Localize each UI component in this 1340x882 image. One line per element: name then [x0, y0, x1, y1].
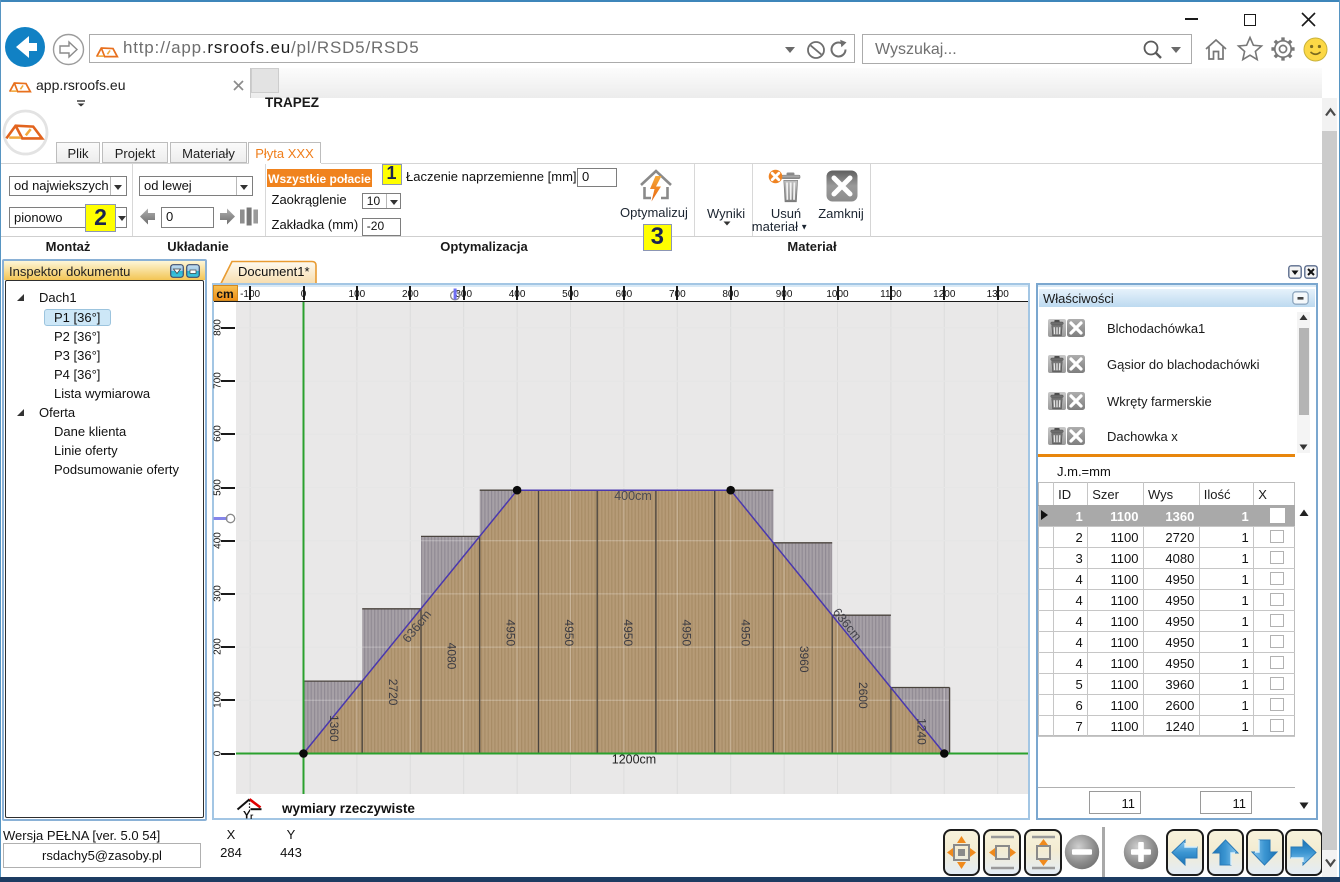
svg-text:1360: 1360 — [327, 715, 341, 742]
svg-text:4950: 4950 — [621, 619, 635, 646]
svg-text:4080: 4080 — [445, 643, 459, 670]
svg-text:3960: 3960 — [797, 646, 811, 673]
svg-text:4950: 4950 — [503, 619, 517, 646]
svg-text:4950: 4950 — [738, 619, 752, 646]
svg-text:r: r — [250, 811, 254, 820]
svg-text:1200cm: 1200cm — [612, 753, 656, 767]
svg-text:4950: 4950 — [680, 619, 694, 646]
svg-text:400cm: 400cm — [614, 489, 652, 503]
svg-text:2720: 2720 — [386, 679, 400, 706]
svg-text:1240: 1240 — [915, 718, 929, 745]
svg-text:2600: 2600 — [856, 682, 870, 709]
svg-text:4950: 4950 — [562, 619, 576, 646]
